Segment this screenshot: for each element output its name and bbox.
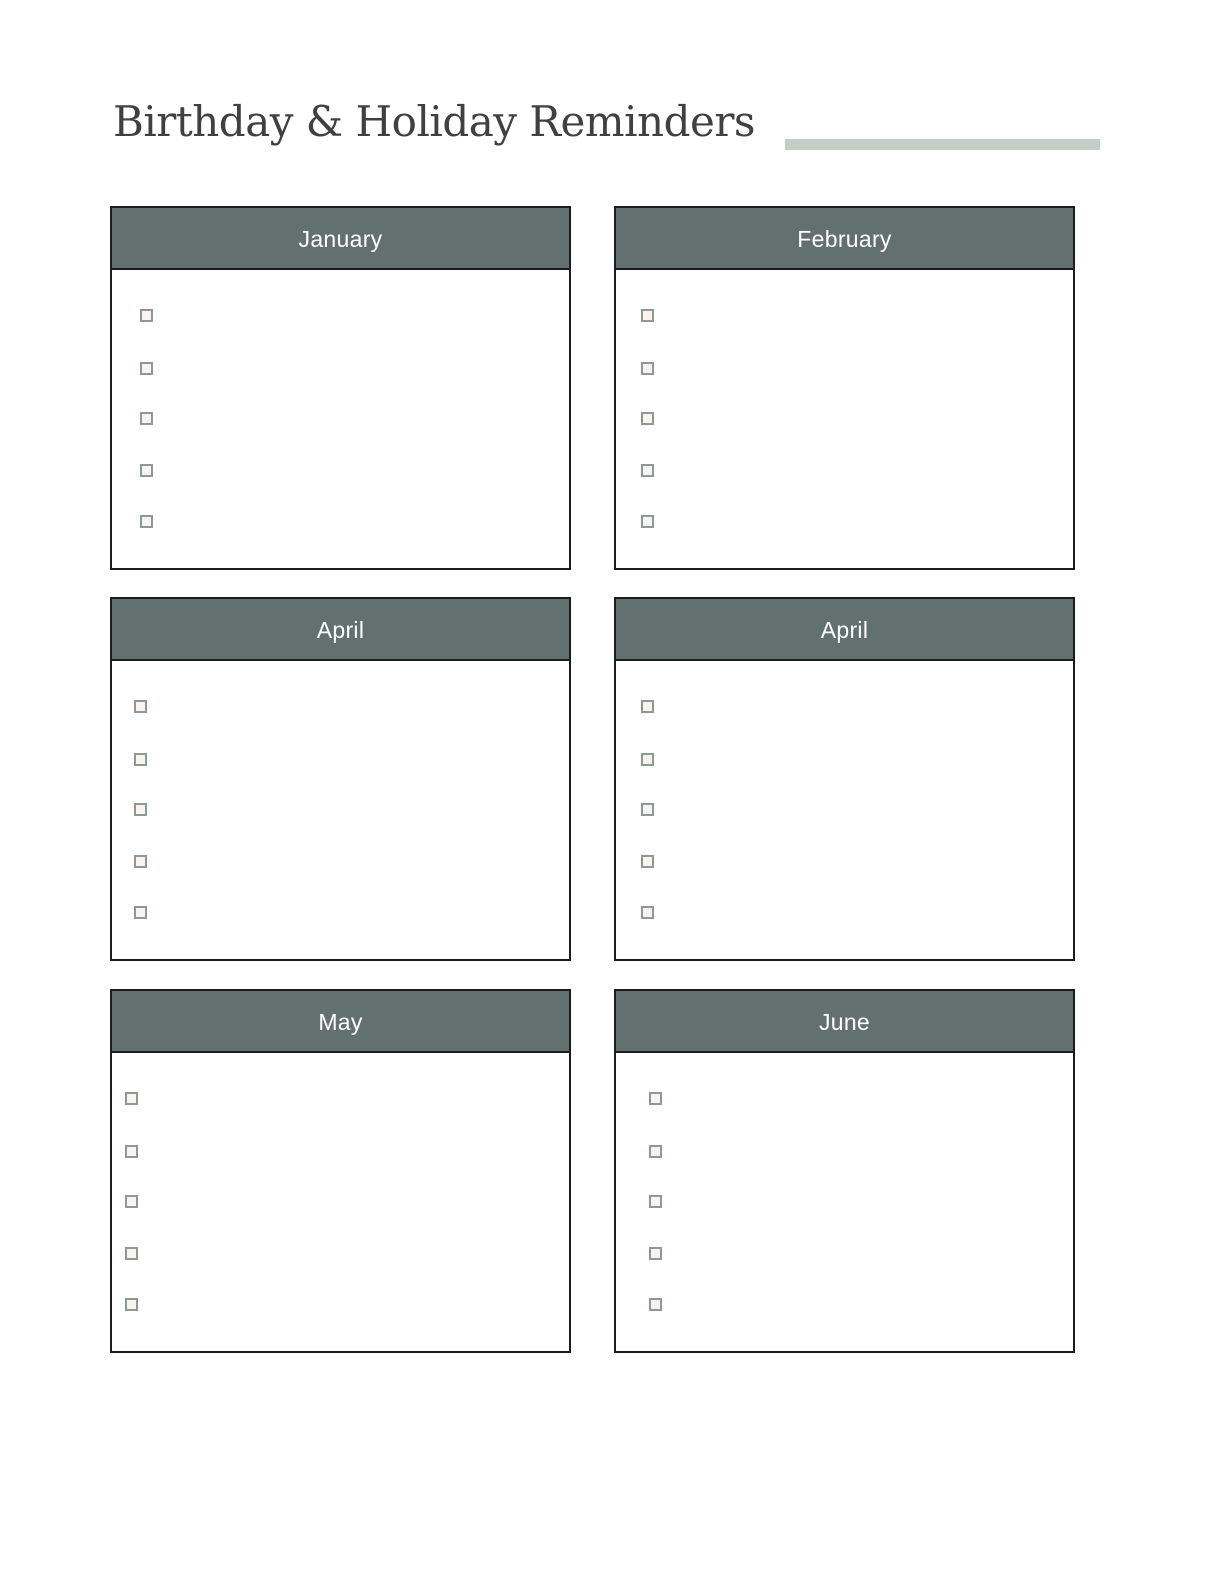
month-card-may: May <box>110 989 571 1353</box>
reminder-checkbox[interactable] <box>125 1298 138 1311</box>
month-card-june: June <box>614 989 1075 1353</box>
reminder-checkbox[interactable] <box>125 1092 138 1105</box>
reminder-checkbox[interactable] <box>641 412 654 425</box>
reminder-checkbox[interactable] <box>140 412 153 425</box>
month-header: June <box>616 991 1073 1053</box>
reminder-checkbox[interactable] <box>140 464 153 477</box>
month-card-february: February <box>614 206 1075 570</box>
month-card-april-left: April <box>110 597 571 961</box>
reminder-checkbox[interactable] <box>134 753 147 766</box>
month-header: April <box>616 599 1073 661</box>
month-header: May <box>112 991 569 1053</box>
month-header: February <box>616 208 1073 270</box>
reminder-checkbox[interactable] <box>125 1195 138 1208</box>
reminder-checkbox[interactable] <box>641 464 654 477</box>
month-header: April <box>112 599 569 661</box>
reminder-checkbox[interactable] <box>140 362 153 375</box>
reminder-checkbox[interactable] <box>649 1092 662 1105</box>
reminder-checkbox[interactable] <box>641 515 654 528</box>
reminder-checkbox[interactable] <box>641 753 654 766</box>
reminder-checkbox[interactable] <box>649 1298 662 1311</box>
reminder-checkbox[interactable] <box>641 309 654 322</box>
reminder-checkbox[interactable] <box>641 803 654 816</box>
accent-bar <box>785 139 1100 150</box>
reminder-checkbox[interactable] <box>125 1145 138 1158</box>
reminder-checkbox[interactable] <box>641 362 654 375</box>
reminder-checkbox[interactable] <box>641 855 654 868</box>
reminder-checkbox[interactable] <box>649 1145 662 1158</box>
reminder-checkbox[interactable] <box>134 855 147 868</box>
reminder-checkbox[interactable] <box>140 309 153 322</box>
reminder-checkbox[interactable] <box>641 906 654 919</box>
reminder-checkbox[interactable] <box>134 700 147 713</box>
reminder-checkbox[interactable] <box>641 700 654 713</box>
reminder-checkbox[interactable] <box>140 515 153 528</box>
month-card-april-right: April <box>614 597 1075 961</box>
month-header: January <box>112 208 569 270</box>
page-title: Birthday & Holiday Reminders <box>113 97 755 146</box>
reminder-checkbox[interactable] <box>649 1247 662 1260</box>
month-card-january: January <box>110 206 571 570</box>
reminder-checkbox[interactable] <box>134 803 147 816</box>
reminder-checkbox[interactable] <box>649 1195 662 1208</box>
reminder-checkbox[interactable] <box>125 1247 138 1260</box>
reminder-checkbox[interactable] <box>134 906 147 919</box>
